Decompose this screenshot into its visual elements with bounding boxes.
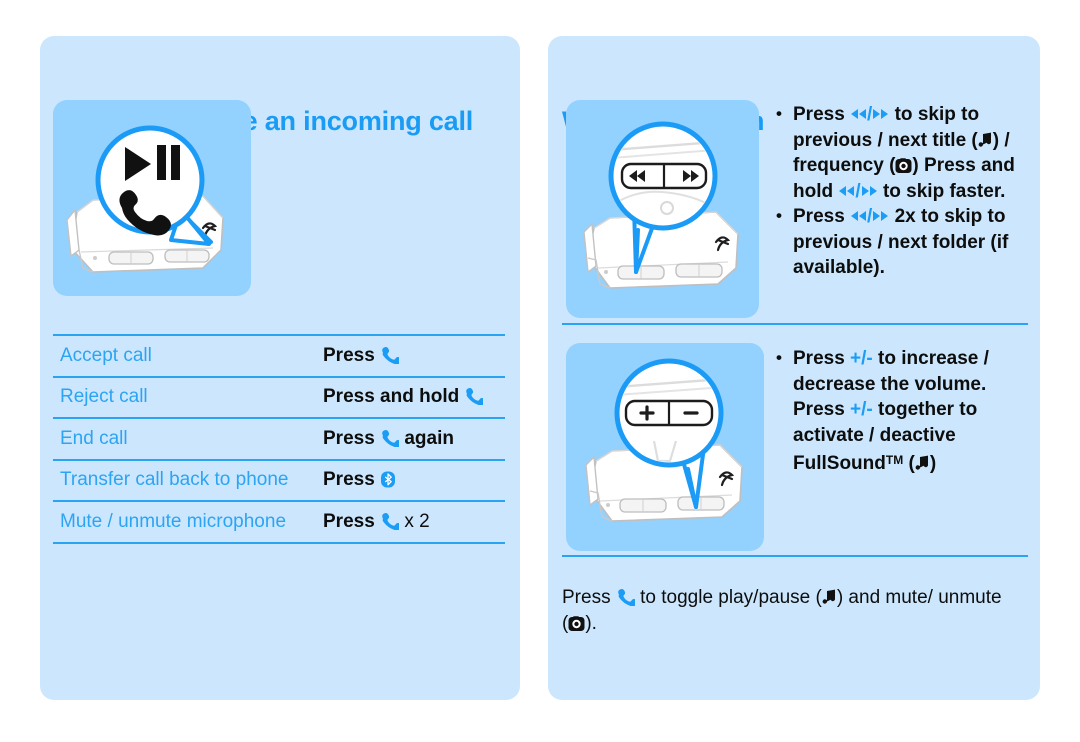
- list-item: Press / to skip to previous / next title…: [776, 101, 1034, 204]
- fast-forward-icon: [872, 108, 889, 120]
- volume-buttons-magnified: [624, 399, 714, 427]
- phone-handset-icon: [464, 388, 484, 406]
- volume-bullet-list: Press +/- to increase / decrease the vol…: [776, 345, 1038, 477]
- music-note-icon: [978, 132, 993, 148]
- skip-controls-illustration: [566, 100, 759, 318]
- table-row: Mute / unmute microphone Press x 2: [53, 500, 505, 544]
- row-action: Press: [323, 458, 505, 501]
- call-controls-table: Accept call Press Reject call Press and …: [53, 334, 505, 544]
- incoming-call-panel: When you have an incoming call Accept ca…: [40, 36, 520, 700]
- row-action-prefix: Press: [323, 469, 375, 491]
- music-note-icon: [822, 589, 837, 605]
- row-label: End call: [53, 417, 323, 460]
- incoming-call-illustration: [53, 100, 251, 296]
- list-item: Press +/- to increase / decrease the vol…: [776, 345, 1038, 477]
- rewind-icon: [850, 210, 867, 222]
- footnote-text: Press to toggle play/pause () and mute/ …: [562, 585, 1012, 637]
- fast-forward-icon: [872, 210, 889, 222]
- volume-controls-illustration: [566, 343, 764, 551]
- row-action: Press x 2: [323, 500, 505, 544]
- row-action-prefix: Press: [323, 427, 375, 449]
- footnote-segment: to toggle play/pause (: [634, 587, 822, 608]
- row-action: Press again: [323, 417, 505, 460]
- table-row: Reject call Press and hold: [53, 375, 505, 418]
- table-row: Transfer call back to phone Press: [53, 458, 505, 501]
- rewind-icon: [838, 185, 855, 197]
- bullet-text: Press: [793, 348, 851, 369]
- manual-page: When you have an incoming call Accept ca…: [0, 0, 1080, 742]
- plus-minus-label: +/-: [850, 399, 873, 420]
- while-you-listen-panel: While you listen: [548, 36, 1040, 700]
- bullet-text: Press: [793, 206, 851, 227]
- section-divider: [562, 323, 1028, 325]
- footnote-segment: ).: [585, 613, 597, 634]
- call-controls-table-body: Accept call Press Reject call Press and …: [53, 334, 505, 544]
- row-action-suffix: again: [404, 427, 454, 449]
- phone-handset-icon: [380, 429, 400, 447]
- row-action-prefix: Press: [323, 344, 375, 366]
- row-label: Reject call: [53, 375, 323, 418]
- row-label: Accept call: [53, 334, 323, 377]
- row-label: Mute / unmute microphone: [53, 500, 323, 544]
- trademark-symbol: TM: [885, 453, 904, 467]
- bullet-text: ): [929, 453, 937, 474]
- mic-mute-icon: [895, 158, 912, 174]
- row-action-suffix: x 2: [404, 510, 430, 532]
- row-action-prefix: Press: [323, 510, 375, 532]
- phone-handset-icon: [616, 589, 635, 606]
- skip-buttons-magnified: [620, 162, 708, 190]
- list-item: Press / 2x to skip to previous / next fo…: [776, 203, 1034, 281]
- bullet-text: Press: [793, 104, 851, 125]
- skip-bullet-list: Press / to skip to previous / next title…: [776, 101, 1034, 281]
- bullet-text: to skip faster.: [877, 180, 1006, 202]
- section-divider: [562, 555, 1028, 557]
- phone-handset-icon: [380, 512, 400, 530]
- music-note-icon: [915, 455, 930, 471]
- footnote-segment: Press: [562, 587, 616, 608]
- mic-mute-icon: [568, 616, 585, 632]
- fast-forward-icon: [861, 185, 878, 197]
- rewind-icon: [850, 108, 867, 120]
- table-row: End call Press again: [53, 417, 505, 460]
- row-action: Press and hold: [323, 375, 505, 418]
- bullet-text: (: [903, 453, 915, 474]
- table-row: Accept call Press: [53, 334, 505, 377]
- plus-minus-label: +/-: [850, 348, 873, 369]
- row-action: Press: [323, 334, 505, 377]
- row-action-prefix: Press and hold: [323, 386, 460, 408]
- row-label: Transfer call back to phone: [53, 458, 323, 501]
- phone-handset-icon: [380, 346, 400, 364]
- bluetooth-icon: [380, 471, 396, 488]
